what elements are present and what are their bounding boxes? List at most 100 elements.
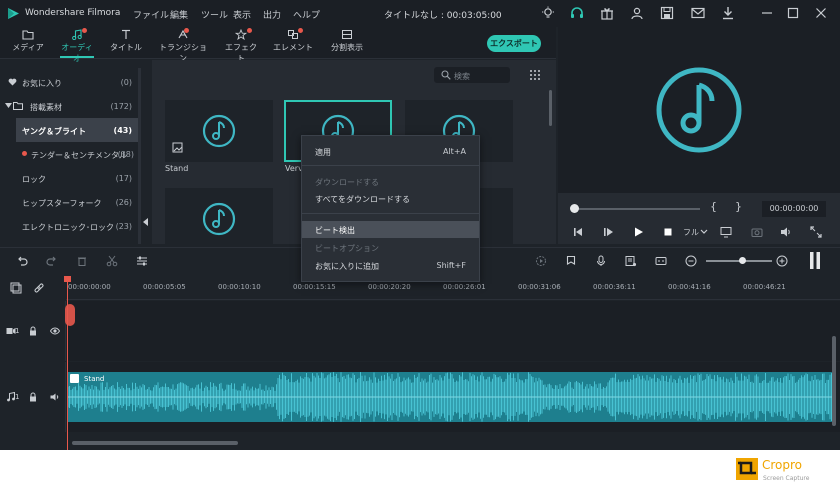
video-track[interactable] xyxy=(67,301,840,361)
preview-progress-track[interactable] xyxy=(576,208,700,210)
sidebar-scrollbar[interactable] xyxy=(138,68,141,244)
timeline-vertical-scrollbar[interactable] xyxy=(832,336,836,426)
pause-icon[interactable] xyxy=(809,252,821,269)
grid-view-icon[interactable] xyxy=(529,69,541,81)
tab-effects[interactable]: エフェクト xyxy=(222,29,260,63)
media-scrollbar[interactable] xyxy=(549,90,552,126)
playhead-handle[interactable] xyxy=(65,304,75,326)
search-input[interactable]: 検索 xyxy=(434,67,510,83)
marker-icon[interactable] xyxy=(565,255,577,267)
sidebar-item-label: ロック xyxy=(22,175,46,184)
menu-tools[interactable]: ツール xyxy=(201,8,228,21)
subtitle-icon[interactable] xyxy=(655,255,667,267)
menu-file[interactable]: ファイル xyxy=(133,8,169,21)
sidebar-item-favorites[interactable]: お気に入り (0) xyxy=(0,70,140,94)
snapshot-icon[interactable] xyxy=(751,226,763,238)
playback-quality-select[interactable]: フル xyxy=(683,227,699,238)
sidebar-item-hipster-folk[interactable]: ヒップスターフォーク (26) xyxy=(0,190,140,214)
audio-clip-stand[interactable] xyxy=(67,372,832,422)
link-icon[interactable] xyxy=(33,282,45,294)
heart-icon xyxy=(8,78,17,86)
tab-titles[interactable]: タイトル xyxy=(108,29,144,57)
render-preview-icon[interactable] xyxy=(535,255,547,267)
sidebar-item-electronic-rock[interactable]: エレクトロニック･ロック (23) xyxy=(0,214,140,238)
tab-audio-label: オーディオ xyxy=(61,43,93,63)
context-menu-download[interactable]: ダウンロードする xyxy=(302,173,479,190)
context-menu-beat-detection[interactable]: ビート検出 xyxy=(302,221,479,238)
playhead-marker[interactable] xyxy=(64,276,71,282)
mark-out-button[interactable]: } xyxy=(735,200,742,213)
playhead-line[interactable] xyxy=(67,276,68,450)
audio-tile-stand[interactable] xyxy=(165,100,273,162)
sidebar-item-rock[interactable]: ロック (17) xyxy=(0,166,140,190)
chevron-down-icon[interactable] xyxy=(700,229,708,235)
zoom-out-icon[interactable] xyxy=(685,255,697,267)
stop-icon[interactable] xyxy=(662,226,674,238)
audio-clip-icon xyxy=(70,374,79,383)
tab-transitions[interactable]: トランジション xyxy=(157,29,209,63)
audio-tile[interactable] xyxy=(165,188,273,244)
tab-elements[interactable]: エレメント xyxy=(273,29,313,57)
gift-icon[interactable] xyxy=(600,6,614,20)
mail-icon[interactable] xyxy=(691,6,705,20)
export-button[interactable]: エクスポート xyxy=(487,35,541,52)
play-frame-icon[interactable] xyxy=(602,226,614,238)
close-icon[interactable] xyxy=(814,6,828,20)
active-tab-indicator xyxy=(60,56,94,58)
redo-icon[interactable] xyxy=(46,255,58,267)
ruler-tick-label: 00:00:15:15 xyxy=(293,283,336,291)
collapse-sidebar-icon[interactable] xyxy=(143,218,148,226)
context-menu-download-all[interactable]: すべてをダウンロードする xyxy=(302,190,479,207)
timeline-horizontal-scrollbar[interactable] xyxy=(72,441,238,445)
play-icon[interactable] xyxy=(632,226,644,238)
menu-edit[interactable]: 編集 xyxy=(170,8,188,21)
mark-in-button[interactable]: { xyxy=(710,200,717,213)
minimize-icon[interactable] xyxy=(760,6,774,20)
account-icon[interactable] xyxy=(630,6,644,20)
preview-progress-handle[interactable] xyxy=(570,204,579,213)
context-menu-beat-options[interactable]: ビートオプション xyxy=(302,239,479,256)
previous-frame-icon[interactable] xyxy=(572,226,584,238)
lock-icon[interactable] xyxy=(28,392,38,402)
menu-help[interactable]: ヘルプ xyxy=(293,8,320,21)
sidebar-item-label: テンダー＆センチメンタル xyxy=(31,151,127,160)
download-icon[interactable] xyxy=(721,6,735,20)
menu-view[interactable]: 表示 xyxy=(233,8,251,21)
context-menu-apply[interactable]: 適用 Alt+A xyxy=(302,143,479,160)
add-track-icon[interactable] xyxy=(10,282,22,294)
menu-item-label: すべてをダウンロードする xyxy=(315,195,410,204)
sidebar-item-label: 搭載素材 xyxy=(30,103,62,112)
watermark-subtitle: Screen Capture xyxy=(763,475,810,482)
display-settings-icon[interactable] xyxy=(720,226,732,238)
zoom-slider-handle[interactable] xyxy=(739,257,746,264)
zoom-in-icon[interactable] xyxy=(776,255,788,267)
maximize-icon[interactable] xyxy=(786,6,800,20)
volume-icon[interactable] xyxy=(780,226,792,238)
tab-media[interactable]: メディア xyxy=(10,29,46,57)
fullscreen-icon[interactable] xyxy=(810,226,822,238)
lock-icon[interactable] xyxy=(28,326,38,336)
tab-split-screen[interactable]: 分割表示 xyxy=(328,29,366,57)
sidebar-item-young-bright[interactable]: ヤング＆ブライト (43) xyxy=(16,118,138,142)
voiceover-icon[interactable] xyxy=(625,255,637,267)
cut-icon[interactable] xyxy=(106,255,118,267)
add-to-project-icon[interactable] xyxy=(172,142,184,154)
menu-export[interactable]: 出力 xyxy=(263,8,281,21)
headset-icon[interactable] xyxy=(570,6,584,20)
sidebar-item-builtin[interactable]: 搭載素材 (172) xyxy=(0,94,140,118)
tab-titles-label: タイトル xyxy=(110,43,142,52)
eye-icon[interactable] xyxy=(50,326,60,336)
save-icon[interactable] xyxy=(660,6,674,20)
undo-icon[interactable] xyxy=(16,255,28,267)
microphone-icon[interactable] xyxy=(595,255,607,267)
speaker-icon[interactable] xyxy=(50,392,60,402)
bulb-icon[interactable] xyxy=(541,6,555,20)
text-icon xyxy=(122,29,130,39)
split-screen-icon xyxy=(342,30,352,39)
adjust-icon[interactable] xyxy=(136,255,148,267)
context-menu-add-favorite[interactable]: お気に入りに追加 Shift+F xyxy=(302,257,479,274)
delete-icon[interactable] xyxy=(76,255,88,267)
sidebar-item-tender-sentimental[interactable]: テンダー＆センチメンタル (38) xyxy=(0,142,140,166)
tab-audio[interactable]: オーディオ xyxy=(58,29,96,63)
menu-item-label: ダウンロードする xyxy=(315,178,379,187)
